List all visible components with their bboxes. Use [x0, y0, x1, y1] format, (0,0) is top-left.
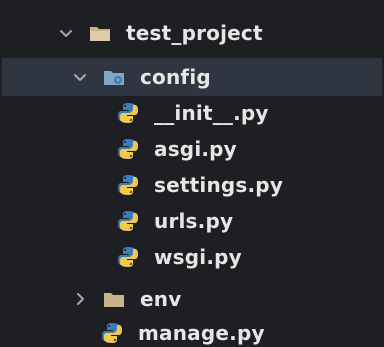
- tree-item-wsgi[interactable]: wsgi.py: [2, 238, 382, 276]
- file-explorer: test_project config __init__.py asgi.py …: [0, 0, 384, 347]
- tree-item-label: settings.py: [154, 173, 284, 197]
- python-icon: [116, 209, 140, 233]
- python-icon: [100, 321, 124, 345]
- folder-config-icon: [102, 65, 126, 89]
- tree-item-label: config: [140, 65, 211, 89]
- explorer-panel: test_project config __init__.py asgi.py …: [2, 2, 382, 345]
- tree-item-manage[interactable]: manage.py: [2, 314, 382, 347]
- tree-item-env[interactable]: env: [2, 280, 382, 318]
- tree-item-label: wsgi.py: [154, 245, 242, 269]
- tree-item-init[interactable]: __init__.py: [2, 94, 382, 132]
- tree-item-asgi[interactable]: asgi.py: [2, 130, 382, 168]
- tree-item-label: manage.py: [138, 321, 265, 345]
- tree-item-label: urls.py: [154, 209, 234, 233]
- chevron-down-icon[interactable]: [58, 25, 74, 41]
- tree-item-label: asgi.py: [154, 137, 237, 161]
- tree-item-test-project[interactable]: test_project: [2, 14, 382, 52]
- chevron-down-icon[interactable]: [72, 69, 88, 85]
- python-icon: [116, 245, 140, 269]
- folder-open-icon: [88, 21, 112, 45]
- tree-item-label: test_project: [126, 21, 263, 45]
- folder-icon: [102, 287, 126, 311]
- tree-item-label: __init__.py: [154, 101, 269, 125]
- tree-item-settings[interactable]: settings.py: [2, 166, 382, 204]
- python-icon: [116, 137, 140, 161]
- tree-item-urls[interactable]: urls.py: [2, 202, 382, 240]
- python-icon: [116, 101, 140, 125]
- chevron-right-icon[interactable]: [72, 291, 88, 307]
- python-icon: [116, 173, 140, 197]
- tree-item-config[interactable]: config: [2, 58, 382, 96]
- tree-item-label: env: [140, 287, 182, 311]
